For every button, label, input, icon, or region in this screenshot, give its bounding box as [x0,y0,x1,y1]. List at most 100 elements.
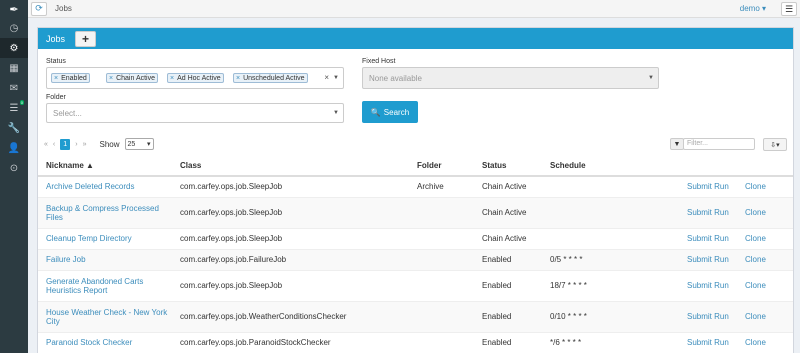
menu-button[interactable]: ☰ [781,2,797,16]
job-status: Chain Active [474,227,542,249]
job-class: com.carfey.ops.job.WeatherConditionsChec… [172,300,409,332]
first-page-button[interactable]: « [44,141,48,148]
topbar: ⟳ Jobs demo ▾ ☰ [28,0,800,18]
header-schedule[interactable]: Schedule [542,156,679,177]
submit-run-link[interactable]: Submit Run [679,300,737,332]
remove-icon[interactable]: × [54,75,58,82]
job-nickname-link[interactable]: Generate Abandoned Carts Heuristics Repo… [38,269,172,301]
job-nickname-link[interactable]: House Weather Check - New York City [38,300,172,332]
clone-link[interactable]: Clone [737,227,793,249]
filter-input[interactable]: Filter... [683,138,755,150]
search-button[interactable]: 🔍 Search [362,101,418,123]
table-icon: ▦ [9,62,19,74]
table-row: House Weather Check - New York City com.… [38,300,793,332]
filter-icon[interactable]: ▼ [670,138,684,150]
job-status: Chain Active [474,175,542,197]
job-nickname-link[interactable]: Backup & Compress Processed Files [38,196,172,228]
job-schedule: 0/5 * * * * [542,248,679,270]
remove-icon[interactable]: × [109,75,113,82]
job-schedule: 18/7 * * * * [542,269,679,301]
clone-link[interactable]: Clone [737,196,793,228]
clone-link[interactable]: Clone [737,269,793,301]
submit-run-link[interactable]: Submit Run [679,248,737,270]
job-folder [409,227,474,249]
clone-link[interactable]: Clone [737,175,793,197]
settings-icon: ⊙ [9,162,19,174]
submit-run-link[interactable]: Submit Run [679,227,737,249]
sidebar-item-table[interactable]: ▦ [0,58,28,78]
chevron-down-icon: ▾ [147,141,151,148]
remove-icon[interactable]: × [170,75,174,82]
sidebar-item-user[interactable]: 👤 [0,138,28,158]
export-icon: ⇩▾ [770,141,780,149]
status-select[interactable]: × Enabled × Chain Active × Ad Hoc Active × U… [46,67,344,89]
clone-link[interactable]: Clone [737,300,793,332]
sidebar-item-wrench[interactable]: 🔧 [0,118,28,138]
submit-run-link[interactable]: Submit Run [679,269,737,301]
job-nickname-link[interactable]: Failure Job [38,248,172,270]
wrench-icon: 🔧 [7,122,21,134]
chevron-down-icon: ▼ [648,75,654,81]
header-folder[interactable]: Folder [409,156,474,177]
job-class: com.carfey.ops.job.SleepJob [172,175,409,197]
folder-select[interactable]: Select... ▼ [46,103,344,123]
chevron-down-icon: ▼ [333,110,339,116]
table-row: Backup & Compress Processed Files com.ca… [38,196,793,228]
clone-link[interactable]: Clone [737,331,793,353]
sidebar-item-settings[interactable]: ⊙ [0,158,28,178]
refresh-button[interactable]: ⟳ [31,1,47,16]
submit-run-link[interactable]: Submit Run [679,196,737,228]
job-class: com.carfey.ops.job.ParanoidStockChecker [172,331,409,353]
status-tag-unscheduled-active[interactable]: × Unscheduled Active [233,73,308,83]
header-class[interactable]: Class [172,156,409,177]
status-tag-enabled[interactable]: × Enabled [51,73,90,83]
job-nickname-link[interactable]: Archive Deleted Records [38,175,172,197]
job-schedule: 0/10 * * * * [542,300,679,332]
clone-link[interactable]: Clone [737,248,793,270]
remove-icon[interactable]: × [236,75,240,82]
job-folder: Archive [409,175,474,197]
submit-run-link[interactable]: Submit Run [679,175,737,197]
submit-run-link[interactable]: Submit Run [679,331,737,353]
status-tag-chain-active[interactable]: × Chain Active [106,73,159,83]
sidebar-badge: 0 [19,100,24,105]
current-page[interactable]: 1 [60,138,71,150]
next-page-button[interactable]: › [75,141,77,148]
job-nickname-link[interactable]: Paranoid Stock Checker [38,331,172,353]
job-status: Enabled [474,331,542,353]
job-status: Enabled [474,300,542,332]
prev-page-button[interactable]: ‹ [53,141,55,148]
last-page-button[interactable]: » [83,141,87,148]
sidebar-item-envelope[interactable]: ✉ [0,78,28,98]
fixed-host-label: Fixed Host [362,58,396,65]
header-actions [679,156,737,177]
pen-icon[interactable]: ✒ [0,0,28,18]
header-nickname[interactable]: Nickname ▲ [38,156,172,177]
job-schedule [542,227,679,249]
header-status[interactable]: Status [474,156,542,177]
job-status: Enabled [474,269,542,301]
job-class: com.carfey.ops.job.SleepJob [172,196,409,228]
page-size-select[interactable]: 25 ▾ [124,138,154,150]
job-status: Enabled [474,248,542,270]
status-tag-ad-hoc-active[interactable]: × Ad Hoc Active [167,73,224,83]
folder-placeholder: Select... [53,109,82,118]
job-class: com.carfey.ops.job.SleepJob [172,227,409,249]
sidebar-item-clock[interactable]: ◷ [0,18,28,38]
job-folder [409,269,474,301]
export-button[interactable]: ⇩▾ [763,138,787,151]
sidebar-item-jobs[interactable]: ⚙ [0,38,28,58]
list-icon: ☰ [9,102,19,114]
job-status: Chain Active [474,196,542,228]
job-folder [409,196,474,228]
status-label: Status [46,58,66,65]
sidebar: ✒ ◷ ⚙ ▦ ✉ ☰ 0 🔧 👤 ⊙ [0,0,28,353]
user-menu[interactable]: demo ▾ [740,4,766,13]
job-nickname-link[interactable]: Cleanup Temp Directory [38,227,172,249]
search-icon: 🔍 [370,107,381,117]
job-folder [409,300,474,332]
sidebar-item-list[interactable]: ☰ 0 [0,98,28,118]
add-job-button[interactable]: + [75,30,97,47]
clear-icon[interactable]: × [324,73,329,82]
table-row: Cleanup Temp Directory com.carfey.ops.jo… [38,227,793,249]
